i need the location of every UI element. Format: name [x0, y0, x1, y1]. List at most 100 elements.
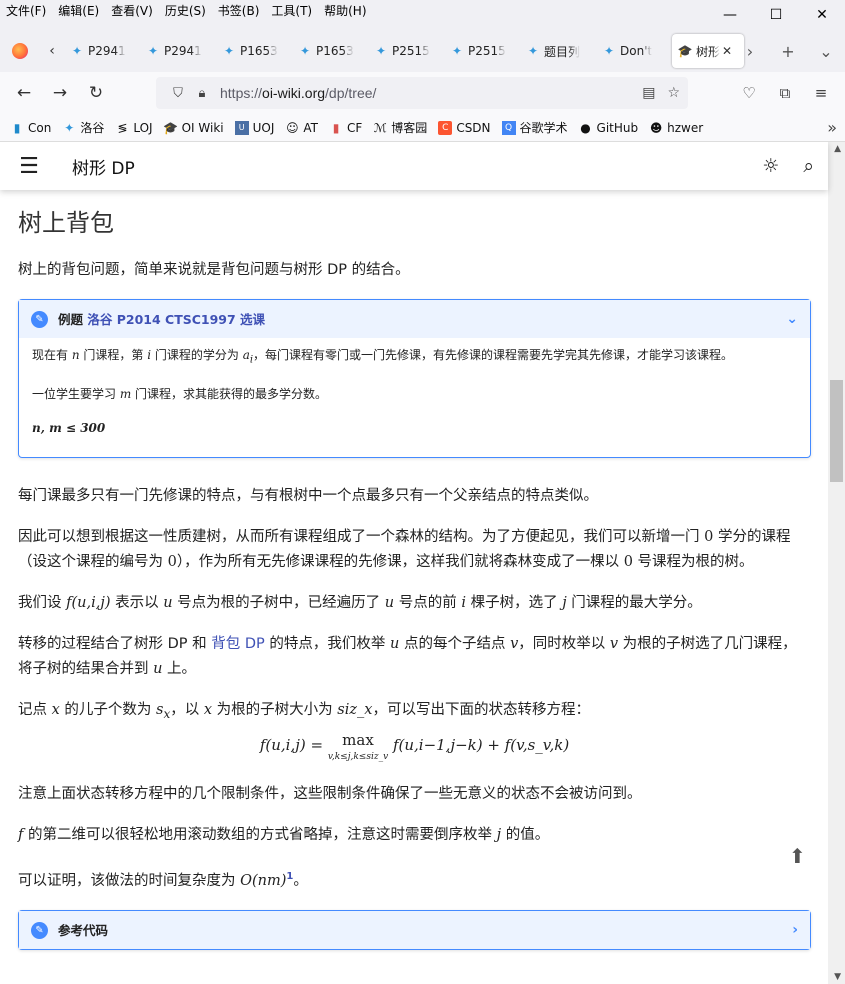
section-heading: 树上背包 — [18, 209, 114, 237]
bookmark-item[interactable]: Q 谷歌学术 — [501, 119, 568, 136]
tab[interactable]: ✦ P2941 — [64, 34, 140, 68]
page-title: 树形 DP — [72, 158, 135, 179]
maximize-button[interactable]: ☐ — [753, 0, 799, 30]
scrollbar[interactable]: ▲ ▼ — [828, 142, 845, 984]
back-icon[interactable]: ← — [6, 83, 42, 103]
luogu-icon: ✦ — [223, 44, 235, 58]
pencil-icon: ✎ — [31, 310, 48, 328]
tab-title: P1653 — [316, 44, 354, 58]
menu-bookmarks[interactable]: 书签(B) — [212, 0, 266, 22]
knapsack-dp-link[interactable]: 背包 DP — [211, 636, 265, 652]
chevron-down-icon[interactable]: ⌄ — [786, 307, 798, 332]
reload-icon[interactable]: ↻ — [78, 83, 114, 103]
example-body: 现在有 n 门课程，第 i 门课程的学分为 ai，每门课程有零门或一门先修课，有… — [19, 338, 810, 457]
cnblogs-icon: ℳ — [373, 120, 387, 135]
scroll-down-icon[interactable]: ▼ — [834, 972, 841, 982]
menu-history[interactable]: 历史(S) — [159, 0, 212, 22]
bookmark-item[interactable]: ▮ Con — [10, 121, 52, 135]
url-text[interactable]: https://oi-wiki.org/dp/tree/ — [220, 85, 376, 101]
tab[interactable]: ✦ P2515 — [444, 34, 520, 68]
new-tab-icon[interactable]: + — [769, 42, 807, 61]
example-link[interactable]: 洛谷 P2014 CTSC1997 选课 — [87, 307, 265, 332]
luogu-icon: ✦ — [375, 44, 387, 58]
tab-title: P1653 — [240, 44, 278, 58]
tab-scroll-right-icon[interactable]: › — [731, 42, 769, 61]
example-admonition: ✎ 例题 洛谷 P2014 CTSC1997 选课 ⌄ 现在有 n 门课程，第 … — [18, 299, 811, 459]
reader-view-icon[interactable]: ▤ — [642, 85, 655, 101]
tab[interactable]: ✦ P1653 — [292, 34, 368, 68]
bookmark-item[interactable]: ☺ AT — [285, 121, 318, 135]
bookmark-item[interactable]: ▮ CF — [329, 121, 363, 135]
bookmark-label: AT — [303, 120, 319, 135]
bookmarks-toolbar: ▮ Con ✦ 洛谷 ≶ LOJ 🎓 OI Wiki U UOJ ☺ AT ▮ CF ℳ 博客园… — [0, 114, 845, 142]
tab-scroll-left-icon[interactable]: ‹ — [40, 43, 64, 59]
lock-icon[interactable]: 🔒︎ — [190, 86, 214, 101]
scroll-up-icon[interactable]: ▲ — [834, 144, 841, 154]
example-header[interactable]: ✎ 例题 洛谷 P2014 CTSC1997 选课 ⌄ — [19, 300, 810, 338]
tab[interactable]: ✦ P2941 — [140, 34, 216, 68]
shield-icon[interactable]: ⛉ — [166, 86, 190, 101]
code-header[interactable]: ✎ 参考代码 › — [19, 911, 810, 950]
menu-view[interactable]: 查看(V) — [105, 0, 159, 22]
menu-icon[interactable]: ≡ — [803, 84, 839, 102]
back-to-top-icon[interactable]: ⬆ — [789, 844, 811, 868]
firefox-view-icon[interactable] — [0, 30, 40, 72]
intro-paragraph: 树上的背包问题，简单来说就是背包问题与树形 DP 的结合。 — [18, 262, 410, 278]
tab[interactable]: ✦ P2515 — [368, 34, 444, 68]
tab-title: P2515 — [468, 44, 506, 58]
menu-edit[interactable]: 编辑(E) — [52, 0, 105, 22]
bookmarks-overflow-icon[interactable]: » — [827, 114, 837, 142]
menu-help[interactable]: 帮助(H) — [318, 0, 372, 22]
bookmark-item[interactable]: ☻ hzwer — [649, 121, 703, 135]
menu-tools[interactable]: 工具(T) — [265, 0, 318, 22]
bookmark-item[interactable]: ✦ 洛谷 — [62, 119, 104, 136]
scholar-icon: Q — [501, 120, 516, 135]
bookmark-star-icon[interactable]: ☆ — [667, 85, 680, 101]
oiwiki-icon: 🎓 — [677, 44, 693, 58]
bookmark-item[interactable]: ≶ LOJ — [115, 121, 152, 135]
luogu-icon: ✦ — [451, 44, 463, 58]
chevron-right-icon[interactable]: › — [792, 918, 798, 943]
atcoder-icon: ☺ — [286, 120, 299, 135]
example-label: 例题 — [58, 311, 84, 327]
tab-title: 树形 — [696, 44, 721, 59]
url-bar[interactable]: ⛉ 🔒︎ https://oi-wiki.org/dp/tree/ ▤ ☆ — [156, 77, 688, 109]
pencil-icon: ✎ — [31, 921, 48, 939]
navigation-bar: ← → ↻ ⛉ 🔒︎ https://oi-wiki.org/dp/tree/ … — [0, 72, 845, 114]
bookmark-item[interactable]: ℳ 博客园 — [373, 119, 427, 136]
paragraph: 每门课最多只有一门先修课的特点，与有根树中一个点最多只有一个父亲结点的特点类似。 — [18, 488, 598, 505]
search-icon[interactable]: ⌕ — [803, 155, 814, 177]
example-paragraph: 一位学生要学习 m 门课程，求其能获得的最多学分数。 — [32, 387, 328, 402]
bookmark-item[interactable]: C CSDN — [438, 120, 491, 135]
menu-file[interactable]: 文件(F) — [0, 0, 52, 22]
hamburger-menu-icon[interactable]: ☰ — [0, 154, 58, 179]
close-window-button[interactable]: ✕ — [799, 0, 845, 30]
tab-bar: ‹ ✦ P2941 ✦ P2941 ✦ P1653 ✦ P1653 ✦ P2515 ✦ P2… — [0, 30, 845, 72]
example-constraint: n, m ≤ 300 — [32, 421, 106, 436]
theme-toggle-icon[interactable]: ☼ — [762, 155, 779, 177]
minimize-button[interactable]: — — [707, 0, 753, 30]
paragraph: 记点 x 的儿子个数为 sx，以 x 为根的子树大小为 siz_x，可以写出下面… — [18, 702, 590, 722]
bookmark-item[interactable]: ● GitHub — [579, 121, 638, 135]
luogu-icon: ✦ — [603, 44, 615, 58]
bookmark-item[interactable]: 🎓 OI Wiki — [163, 121, 224, 135]
tab-title: P2515 — [392, 44, 430, 58]
tab[interactable]: ✦ 题目列 — [520, 34, 596, 68]
bookmark-label: 洛谷 — [80, 121, 105, 135]
forward-icon[interactable]: → — [42, 83, 78, 103]
pocket-icon[interactable]: ♡ — [731, 84, 767, 102]
luogu-icon: ✦ — [71, 44, 83, 58]
paragraph: 我们设 f(u,i,j) 表示以 u 号点为根的子树中，已经遍历了 u 号点的前… — [18, 595, 702, 612]
list-all-tabs-icon[interactable]: ⌄ — [807, 42, 845, 61]
code-admonition[interactable]: ✎ 参考代码 › — [18, 910, 811, 951]
tab[interactable]: ✦ P1653 — [216, 34, 292, 68]
scrollbar-thumb[interactable] — [830, 380, 843, 482]
extensions-icon[interactable]: ⧉ — [767, 84, 803, 102]
bookmark-label: 博客园 — [391, 121, 428, 135]
tab[interactable]: ✦ Don't — [596, 34, 672, 68]
hzwer-icon: ☻ — [649, 120, 663, 135]
tab-title: P2941 — [88, 44, 126, 58]
window-controls: — ☐ ✕ — [707, 0, 845, 30]
bookmark-item[interactable]: U UOJ — [234, 120, 274, 135]
paragraph: 转移的过程结合了树形 DP 和 背包 DP 的特点，我们枚举 u 点的每个子结点… — [18, 636, 797, 678]
